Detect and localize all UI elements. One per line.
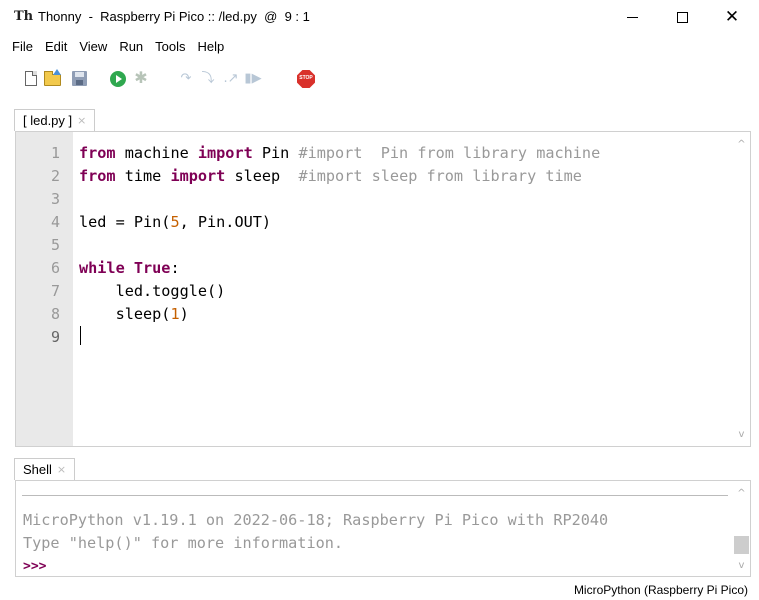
menu-file[interactable]: File: [0, 37, 39, 57]
scroll-down-icon[interactable]: v: [733, 428, 750, 442]
code-text: sleep: [225, 167, 299, 185]
shell-tab-label: Shell: [23, 462, 52, 477]
code-keyword: import: [197, 144, 253, 162]
scroll-down-icon[interactable]: v: [733, 559, 750, 573]
save-icon[interactable]: [70, 69, 90, 89]
shell-panel[interactable]: MicroPython v1.19.1 on 2022-06-18; Raspb…: [15, 480, 751, 577]
resume-icon[interactable]: ▮▶: [243, 69, 263, 89]
close-button[interactable]: ✕: [709, 0, 755, 34]
title-bar[interactable]: Th Thonny - Raspberry Pi Pico :: /led.py…: [0, 0, 759, 34]
menu-tools[interactable]: Tools: [149, 37, 191, 57]
step-over-icon[interactable]: ↷: [176, 69, 196, 89]
code-text: ): [179, 305, 189, 323]
close-icon: ✕: [724, 6, 740, 27]
scroll-up-icon[interactable]: ^: [733, 138, 750, 152]
code-keyword: True: [133, 259, 171, 277]
step-out-icon[interactable]: .↗: [221, 69, 241, 89]
code-text: led.toggle(): [79, 282, 226, 300]
code-text: Pin: [252, 144, 299, 162]
code-text: led = Pin(: [79, 213, 171, 231]
run-icon[interactable]: [108, 69, 128, 89]
line-number: 2: [50, 167, 60, 185]
maximize-button[interactable]: [659, 0, 705, 34]
code-line: led.toggle(): [79, 280, 226, 303]
shell-scrollbar[interactable]: ^ v: [733, 481, 750, 576]
menu-bar: File Edit View Run Tools Help: [0, 37, 230, 57]
line-number: 7: [50, 282, 60, 300]
shell-tab-close-icon[interactable]: ×: [57, 463, 66, 476]
code-line: sleep(1): [79, 303, 189, 326]
step-into-icon[interactable]: ⤵: [198, 69, 218, 89]
open-file-icon[interactable]: [43, 69, 63, 89]
code-line: from time import sleep #import sleep fro…: [79, 165, 582, 188]
text-cursor: [80, 326, 81, 345]
code-comment: #import Pin from library machine: [298, 144, 601, 162]
shell-prompt[interactable]: >>>: [23, 559, 46, 575]
line-number: 8: [50, 305, 60, 323]
code-keyword: while: [79, 259, 125, 277]
window-title: Thonny - Raspberry Pi Pico :: /led.py @ …: [38, 9, 310, 24]
code-number: 5: [170, 213, 180, 231]
minimize-icon: [626, 16, 638, 18]
shell-output-line: MicroPython v1.19.1 on 2022-06-18; Raspb…: [23, 511, 609, 529]
interpreter-status[interactable]: MicroPython (Raspberry Pi Pico): [574, 583, 748, 597]
line-number: 1: [50, 144, 60, 162]
code-keyword: from: [79, 144, 116, 162]
code-editor[interactable]: 1 2 3 4 5 6 7 8 9 from machine import Pin #impor…: [15, 131, 751, 447]
line-number: 5: [50, 236, 60, 254]
code-keyword: import: [170, 167, 226, 185]
minimize-button[interactable]: [609, 0, 655, 34]
scroll-up-icon[interactable]: ^: [733, 487, 750, 501]
line-number: 4: [50, 213, 60, 231]
code-line: while True:: [79, 257, 180, 280]
code-keyword: from: [79, 167, 116, 185]
code-text: :: [170, 259, 180, 277]
code-line: from machine import Pin #import Pin from…: [79, 142, 600, 165]
code-text: sleep(: [79, 305, 171, 323]
maximize-icon: [676, 11, 688, 23]
tab-close-icon[interactable]: ×: [77, 114, 86, 127]
shell-divider: [22, 495, 728, 496]
menu-edit[interactable]: Edit: [39, 37, 73, 57]
stop-icon[interactable]: STOP: [296, 69, 316, 89]
tab-led-py[interactable]: [ led.py ] ×: [14, 109, 96, 131]
debug-icon[interactable]: ✱: [131, 69, 151, 89]
code-line: led = Pin(5, Pin.OUT): [79, 211, 271, 234]
menu-run[interactable]: Run: [113, 37, 149, 57]
editor-scrollbar[interactable]: ^ v: [733, 132, 750, 446]
line-number: 3: [50, 190, 60, 208]
code-number: 1: [170, 305, 180, 323]
toolbar: ✱ ↷ ⤵ .↗ ▮▶ STOP: [0, 64, 759, 94]
code-text: time: [115, 167, 171, 185]
shell-output-line: Type "help()" for more information.: [23, 534, 344, 552]
menu-help[interactable]: Help: [192, 37, 231, 57]
scroll-thumb[interactable]: [734, 536, 749, 554]
new-file-icon[interactable]: [23, 69, 43, 89]
line-number: 9: [50, 328, 60, 346]
thonny-app-icon: Th: [14, 9, 34, 24]
line-number-gutter: 1 2 3 4 5 6 7 8 9: [16, 132, 73, 446]
tab-label: [ led.py ]: [23, 113, 73, 128]
menu-view[interactable]: View: [73, 37, 113, 57]
code-text: , Pin.OUT): [179, 213, 272, 231]
code-text: machine: [115, 144, 198, 162]
line-number: 6: [50, 259, 60, 277]
code-comment: #import sleep from library time: [298, 167, 582, 185]
tab-shell[interactable]: Shell ×: [14, 458, 76, 480]
